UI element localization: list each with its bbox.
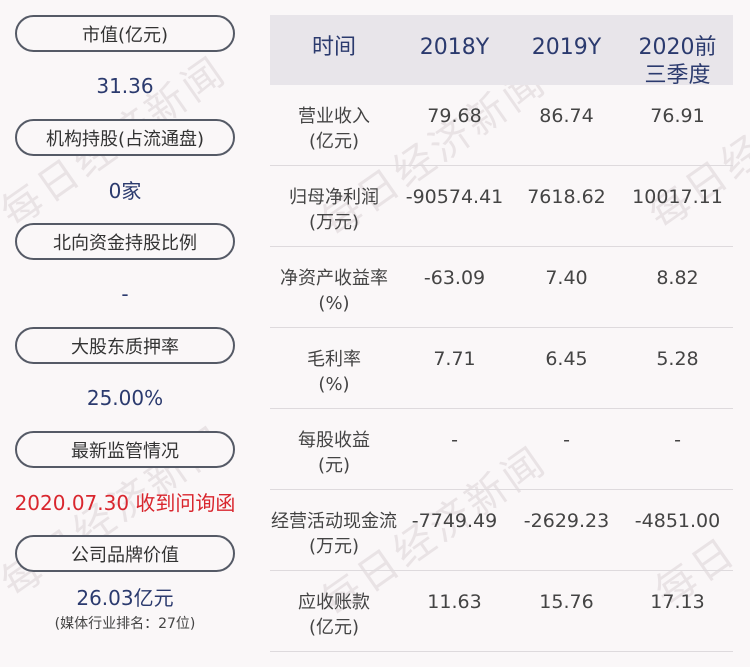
row-label: 应收账款 (亿元) [270,571,398,651]
table-cell: -63.09 [423,267,486,289]
table-cell: - [674,429,681,451]
table-header: 时间 2018Y 2019Y 2020前三季度 [270,15,733,88]
table-row: 经营活动现金流 (万元) -7749.49 -2629.23 -4851.00 [270,490,733,571]
table-row: 归母净利润 (万元) -90574.41 7618.62 10017.11 [270,166,733,247]
header-cell-text: 2020前三季度 [638,35,717,88]
table-cell: 11.63 [427,591,482,613]
metric-value-market-cap: 31.36 [14,52,236,119]
table-cell: 6.45 [545,348,588,370]
row-label-text: 归母净利润 (万元) [289,187,379,233]
table-row: 应收账款 (亿元) 11.63 15.76 17.13 [270,571,733,652]
table-cell: - [451,429,458,451]
metric-value: 26.03亿元 [76,585,174,610]
metric-value-regulatory-status: 2020.07.30 收到问询函 [14,468,236,535]
metric-value: 31.36 [96,73,154,98]
metric-value: 25.00% [86,385,164,410]
table-body: 营业收入 (亿元) 79.68 86.74 76.91 归母净利润 (万元) -90574… [270,85,733,652]
table-cell: 8.82 [656,267,699,289]
table-cell: -4851.00 [634,510,721,532]
row-label-text: 经营活动现金流 (万元) [271,511,397,557]
header-cell: 2018Y [419,35,490,60]
row-label-text: 应收账款 (亿元) [298,592,370,638]
metric-value-pledge-ratio: 25.00% [14,364,236,431]
metric-value: 0家 [108,179,142,203]
table-row: 营业收入 (亿元) 79.68 86.74 76.91 [270,85,733,166]
row-label-text: 每股收益 (元) [298,430,370,476]
table-cell: 7.71 [433,348,476,370]
header-cell: 时间 [311,35,356,60]
metric-label-market-cap: 市值(亿元) [15,15,235,52]
table-cell: - [563,429,570,451]
row-label-text: 毛利率 (%) [307,349,361,395]
metric-label-northbound-ratio: 北向资金持股比例 [15,223,235,260]
metric-label-pledge-ratio: 大股东质押率 [15,327,235,364]
header-cell: 2019Y [531,35,602,60]
table-cell: 5.28 [656,348,699,370]
row-label: 净资产收益率 (%) [270,247,398,327]
table-cell: 10017.11 [632,186,723,208]
metric-value-institutional-holdings: 0家 [14,156,236,223]
row-label-text: 营业收入 (亿元) [298,106,370,152]
table-cell: -90574.41 [405,186,504,208]
metric-note: (媒体行业排名：27位) [54,615,196,632]
table-cell: 79.68 [427,105,482,127]
row-label-text: 净资产收益率 (%) [280,268,388,314]
table-cell: 86.74 [539,105,594,127]
header-cell: 2020前三季度 [622,15,733,88]
metric-value-northbound-ratio: - [14,260,236,327]
metric-label-institutional-holdings: 机构持股(占流通盘) [15,119,235,156]
row-label: 每股收益 (元) [270,409,398,489]
left-summary-panel: 市值(亿元) 31.36 机构持股(占流通盘) 0家 北向资金持股比例 - 大股… [14,15,236,642]
row-label: 经营活动现金流 (万元) [270,490,398,570]
table-cell: 17.13 [650,591,705,613]
table-row: 净资产收益率 (%) -63.09 7.40 8.82 [270,247,733,328]
metric-label-regulatory-status: 最新监管情况 [15,431,235,468]
table-cell: -7749.49 [411,510,498,532]
row-label: 营业收入 (亿元) [270,85,398,165]
metric-value: 2020.07.30 收到问询函 [14,491,236,515]
metric-value-brand-value: 26.03亿元 (媒体行业排名：27位) [14,572,236,642]
table-row: 毛利率 (%) 7.71 6.45 5.28 [270,328,733,409]
table-cell: 7.40 [545,267,588,289]
table-cell: 76.91 [650,105,705,127]
row-label: 归母净利润 (万元) [270,166,398,246]
financial-table: 时间 2018Y 2019Y 2020前三季度 营业收入 (亿元) 79.68 86… [270,15,733,652]
table-cell: -2629.23 [523,510,610,532]
table-row: 每股收益 (元) - - - [270,409,733,490]
row-label: 毛利率 (%) [270,328,398,408]
metric-label-brand-value: 公司品牌价值 [15,535,235,572]
metric-value: - [121,281,129,306]
table-cell: 7618.62 [527,186,606,208]
table-cell: 15.76 [539,591,594,613]
